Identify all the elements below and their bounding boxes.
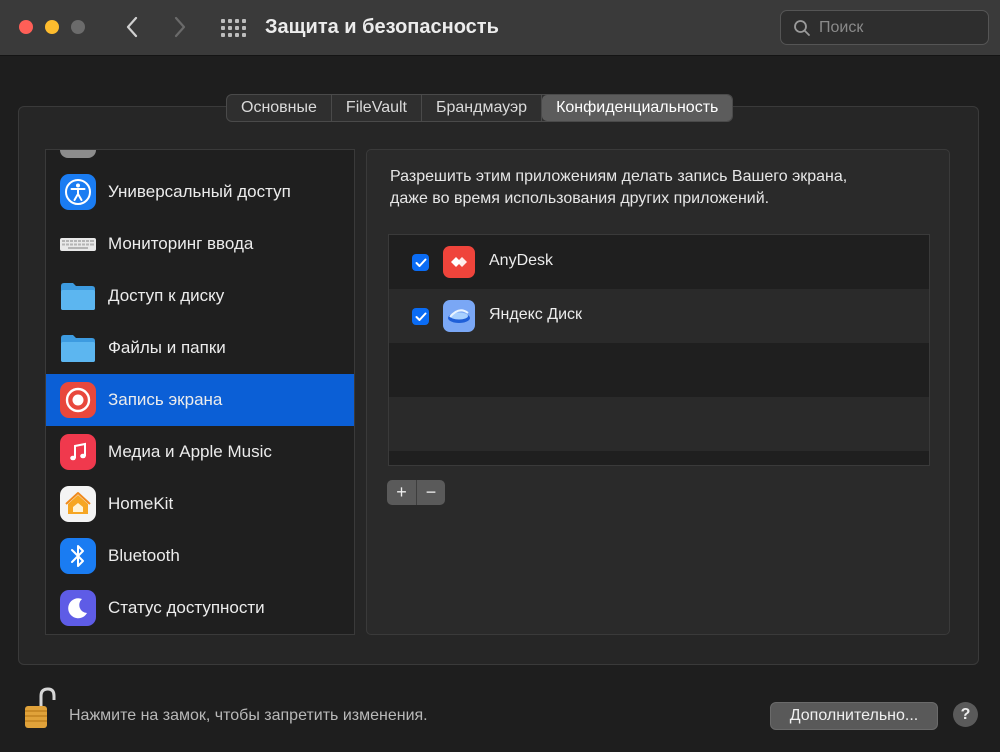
yandex-disk-icon (443, 300, 475, 332)
show-all-grid-icon[interactable] (220, 16, 246, 40)
zoom-window-button[interactable] (71, 20, 85, 34)
app-checkbox[interactable] (412, 254, 429, 271)
chevron-right-icon (174, 16, 186, 38)
minimize-window-button[interactable] (45, 20, 59, 34)
app-row-yandex-disk[interactable]: Яндекс Диск (389, 289, 929, 343)
sidebar-item-label: Статус доступности (108, 598, 265, 617)
sidebar-item-input-monitoring[interactable]: Мониторинг ввода (46, 218, 354, 270)
app-list[interactable]: AnyDesk Яндекс Диск (388, 234, 930, 466)
folder-icon (60, 330, 96, 366)
accessibility-icon (60, 174, 96, 210)
search-icon (794, 19, 810, 36)
checkmark-icon (415, 258, 426, 267)
sidebar-item-bluetooth[interactable]: Bluetooth (46, 530, 354, 582)
anydesk-icon (443, 246, 475, 278)
sidebar-item-label: Запись экрана (108, 390, 223, 409)
sidebar-item-label: Универсальный доступ (108, 182, 291, 201)
add-app-button[interactable]: + (387, 480, 416, 505)
sidebar-item-files-folders[interactable]: Файлы и папки (46, 322, 354, 374)
window-title: Защита и безопасность (265, 16, 499, 38)
tab-firewall[interactable]: Брандмауэр (422, 95, 543, 121)
permission-description: Разрешить этим приложениям делать запись… (390, 168, 848, 207)
tab-bar: Основные FileVault Брандмауэр Конфиденци… (226, 94, 734, 122)
lock-hint-text: Нажмите на замок, чтобы запретить измене… (69, 707, 428, 724)
add-remove-control: + − (387, 480, 445, 505)
tab-privacy[interactable]: Конфиденциальность (542, 95, 733, 121)
sidebar-item-accessibility[interactable]: Универсальный доступ (46, 166, 354, 218)
lock-icon[interactable] (22, 686, 56, 730)
close-window-button[interactable] (19, 20, 33, 34)
advanced-button[interactable]: Дополнительно... (770, 702, 938, 730)
scrolled-item-icon (60, 150, 96, 158)
sidebar-item-label: Мониторинг ввода (108, 234, 254, 253)
search-field[interactable] (780, 10, 989, 45)
sidebar-item-full-disk-access[interactable]: Доступ к диску (46, 270, 354, 322)
app-checkbox[interactable] (412, 308, 429, 325)
tab-filevault[interactable]: FileVault (332, 95, 422, 121)
search-input[interactable] (819, 18, 969, 37)
sidebar-item-focus-status[interactable]: Статус доступности (46, 582, 354, 634)
help-button[interactable]: ? (953, 702, 978, 727)
sidebar-item-label: Bluetooth (108, 546, 180, 565)
remove-app-button[interactable]: − (416, 480, 445, 505)
checkmark-icon (415, 312, 426, 321)
home-icon (60, 486, 96, 522)
forward-button[interactable] (168, 14, 192, 40)
sidebar-item-label: Доступ к диску (108, 286, 225, 305)
moon-icon (60, 590, 96, 626)
sidebar-item-label: HomeKit (108, 494, 174, 513)
music-icon (60, 434, 96, 470)
tab-general[interactable]: Основные (227, 95, 332, 121)
sidebar-item-media-apple-music[interactable]: Медиа и Apple Music (46, 426, 354, 478)
app-name: AnyDesk (489, 252, 554, 269)
title-bar: Защита и безопасность (0, 0, 1000, 56)
screen-recording-panel: Разрешить этим приложениям делать запись… (366, 149, 950, 635)
sidebar-item-label: Файлы и папки (108, 338, 226, 357)
keyboard-icon (60, 226, 96, 262)
screen-record-icon (60, 382, 96, 418)
sidebar-item-screen-recording[interactable]: Запись экрана (46, 374, 354, 426)
app-row-anydesk[interactable]: AnyDesk (389, 235, 929, 289)
folder-icon (60, 278, 96, 314)
sidebar-item-homekit[interactable]: HomeKit (46, 478, 354, 530)
chevron-left-icon (126, 16, 138, 38)
empty-row (389, 397, 929, 451)
back-button[interactable] (120, 14, 144, 40)
app-name: Яндекс Диск (489, 306, 583, 323)
bluetooth-icon (60, 538, 96, 574)
privacy-category-list[interactable]: Универсальный доступ Мониторинг ввода До… (45, 149, 355, 635)
sidebar-item-label: Медиа и Apple Music (108, 442, 272, 461)
empty-row (389, 343, 929, 397)
